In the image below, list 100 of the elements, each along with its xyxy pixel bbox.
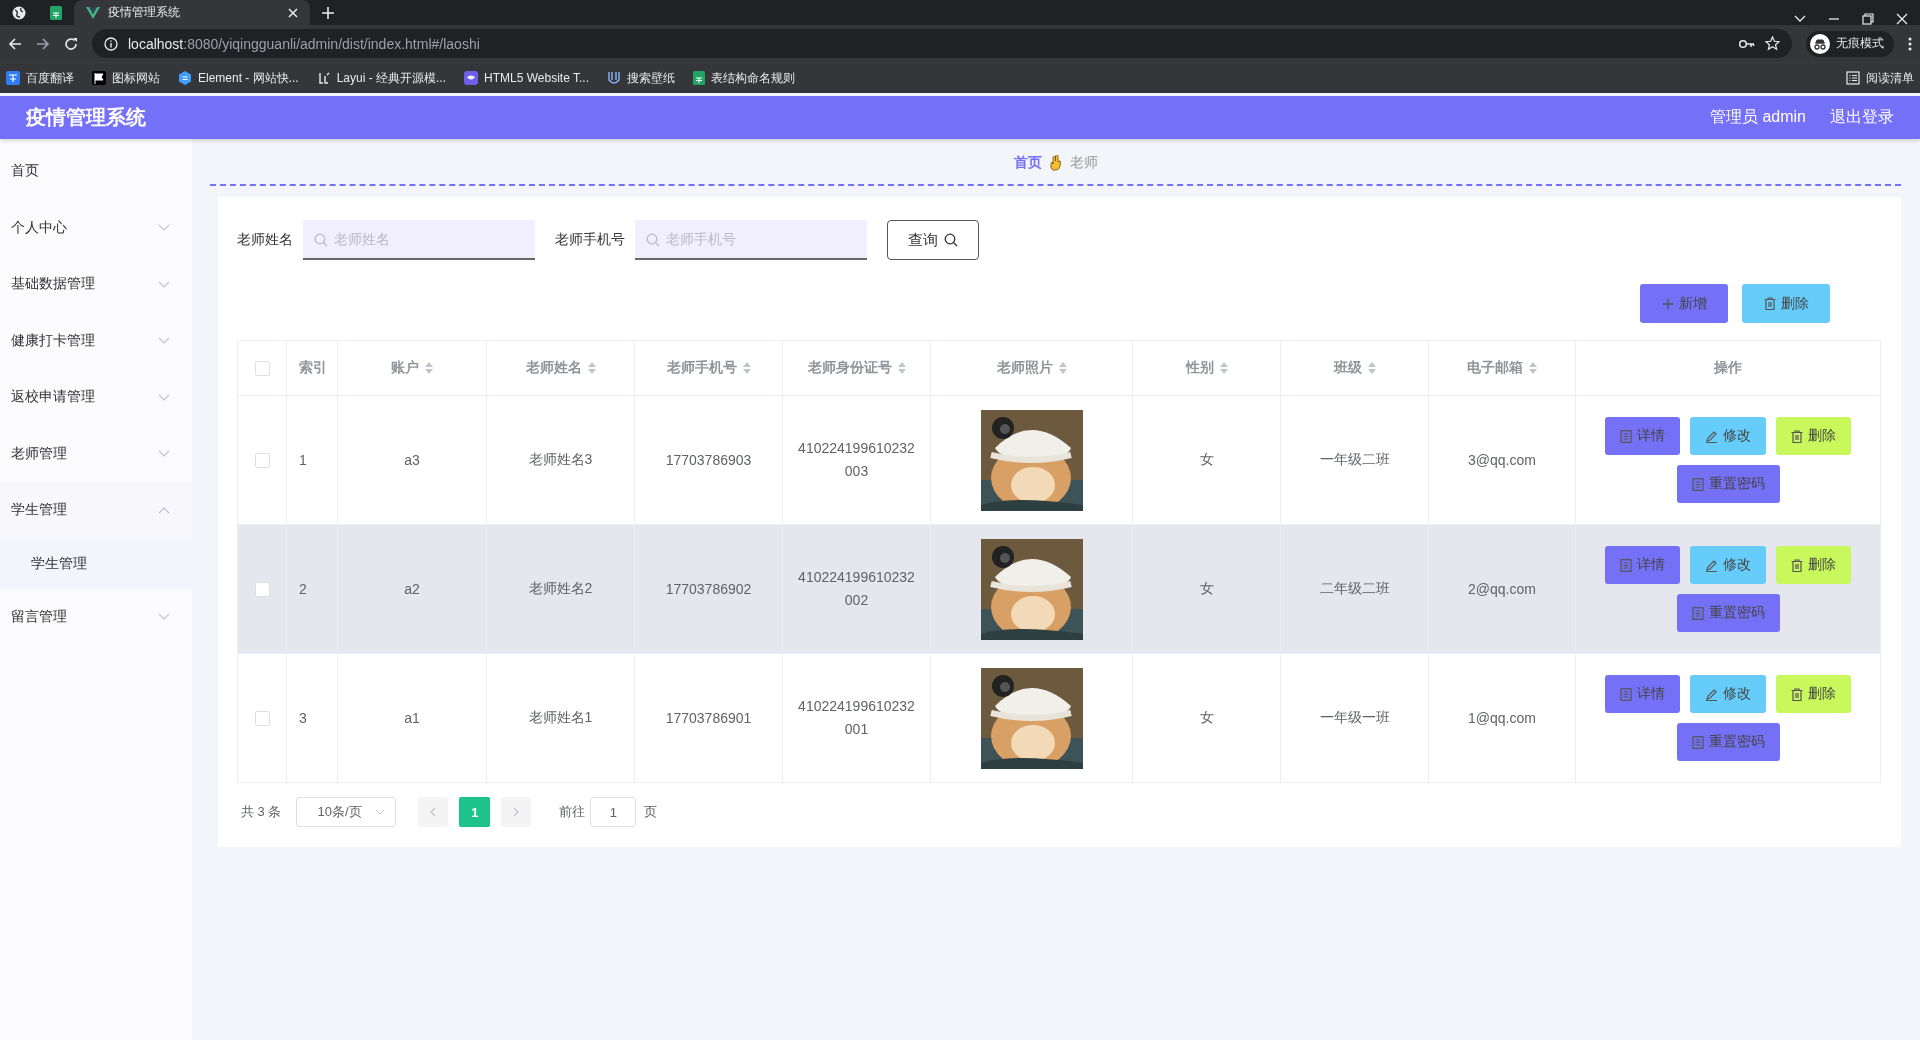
table-cell: a3 — [404, 452, 420, 468]
browser-tab[interactable]: 疫情管理系统 — [74, 0, 310, 25]
table-cell: a2 — [404, 581, 420, 597]
table-cell: 女 — [1199, 580, 1214, 596]
table-cell: 17703786901 — [665, 710, 752, 726]
trash-icon — [1791, 558, 1803, 572]
chevron-up-icon — [158, 506, 170, 514]
hexagon-icon — [178, 71, 192, 85]
forward-icon[interactable] — [36, 36, 50, 51]
address-bar[interactable]: localhost:8080/yiqingguanli/admin/dist/index.html#/laoshi — [92, 29, 1792, 58]
info-icon — [104, 36, 118, 51]
delete-button[interactable]: 删除 — [1742, 284, 1830, 323]
table-cell-text: 410224199610232001 — [798, 697, 915, 739]
url-text: localhost:8080/yiqingguanli/admin/dist/index.html#/laoshi — [128, 35, 480, 52]
chevron-left-icon — [430, 807, 437, 817]
search-button[interactable]: 查询 — [887, 220, 979, 260]
checkbox[interactable] — [254, 361, 270, 377]
translate-icon — [6, 71, 20, 85]
incognito-icon — [1810, 33, 1830, 54]
delete-button[interactable]: 删除 — [1776, 546, 1851, 584]
checkbox[interactable] — [254, 582, 270, 598]
close-icon[interactable] — [288, 7, 298, 18]
document-icon — [1691, 477, 1704, 491]
chevron-right-icon — [513, 807, 520, 817]
close-icon[interactable] — [1896, 13, 1908, 25]
more-icon[interactable] — [1908, 36, 1912, 51]
chevron-down-icon[interactable] — [1794, 15, 1806, 23]
menu-item[interactable]: 返校申请管理 — [0, 369, 192, 426]
checkbox[interactable] — [254, 453, 270, 469]
document-icon — [1691, 735, 1704, 749]
menu-item[interactable]: 老师管理 — [0, 425, 192, 482]
menu-item[interactable]: 个人中心 — [0, 199, 192, 256]
bookmark[interactable]: Element - 网站快... — [178, 69, 299, 87]
bookmark[interactable]: 百度翻译 — [6, 69, 74, 87]
reading-list-button[interactable]: 阅读清单 — [1846, 69, 1914, 87]
checkbox[interactable] — [254, 711, 270, 727]
column-header: 索引 — [299, 359, 327, 377]
bookmark[interactable]: 搜索壁纸 — [607, 69, 675, 87]
edit-button[interactable]: 修改 — [1690, 417, 1766, 455]
key-icon[interactable] — [1739, 38, 1755, 49]
chevron-down-icon — [158, 613, 170, 621]
chevron-down-icon — [158, 224, 170, 232]
document-icon — [1620, 687, 1632, 701]
spreadsheet-icon — [693, 71, 705, 85]
restore-icon[interactable] — [1862, 13, 1874, 25]
reload-icon[interactable] — [64, 36, 78, 51]
search-icon — [944, 233, 958, 247]
edit-button[interactable]: 修改 — [1690, 675, 1766, 713]
bookmark[interactable]: 图标网站 — [92, 69, 160, 87]
menu-item[interactable]: 健康打卡管理 — [0, 312, 192, 369]
table-cell: 17703786903 — [665, 452, 752, 468]
back-icon[interactable] — [8, 36, 22, 51]
goto-label: 前往 — [559, 803, 586, 821]
breadcrumb-item: 老师 — [1069, 153, 1098, 172]
table-cell: 一年级二班 — [1319, 451, 1390, 467]
globe-icon — [12, 5, 26, 20]
bookmark[interactable]: 表结构命名规则 — [693, 69, 795, 87]
column-header: 操作 — [1714, 359, 1742, 377]
hand-icon — [1049, 154, 1062, 171]
tab-title: 疫情管理系统 — [108, 4, 181, 21]
table-cell: a1 — [404, 710, 420, 726]
menu-item[interactable]: 学生管理 — [0, 482, 192, 539]
document-icon — [1620, 558, 1632, 572]
bookmark[interactable]: HTML5 Website T... — [464, 71, 589, 85]
new-tab-icon[interactable] — [322, 6, 334, 19]
table-cell: 女 — [1199, 451, 1214, 467]
table-cell: 老师姓名1 — [528, 709, 593, 725]
delete-button[interactable]: 删除 — [1776, 675, 1851, 713]
total-count: 共 3 条 — [241, 803, 282, 821]
flag-icon — [92, 71, 106, 85]
plus-icon — [1661, 297, 1674, 310]
chevron-down-icon — [158, 280, 170, 288]
chevron-down-icon — [158, 450, 170, 458]
app-title: 疫情管理系统 — [26, 105, 147, 130]
menu-item[interactable]: 首页 — [0, 143, 192, 200]
menu-item[interactable]: 留言管理 — [0, 588, 192, 645]
search-icon — [314, 233, 328, 247]
spreadsheet-icon — [50, 5, 62, 20]
page-input[interactable]: 1 — [590, 797, 637, 827]
chevron-down-icon — [375, 809, 386, 815]
edit-button[interactable]: 修改 — [1690, 546, 1766, 584]
table-cell: 1@qq.com — [1468, 710, 1536, 726]
document-icon — [1691, 606, 1704, 620]
table-cell: 2@qq.com — [1468, 581, 1536, 597]
field-label: 老师手机号 — [555, 231, 625, 249]
page-size-select[interactable]: 10条/页 — [296, 797, 397, 827]
bookmark[interactable]: Layui - 经典开源模... — [316, 69, 447, 87]
table-cell: 2 — [299, 581, 307, 597]
table-cell: 老师姓名2 — [528, 580, 593, 596]
profile-button[interactable]: 无痕模式 — [1806, 30, 1894, 57]
logout-link[interactable]: 退出登录 — [1830, 107, 1894, 128]
star-icon[interactable] — [1765, 36, 1780, 51]
field-label: 老师姓名 — [237, 231, 293, 249]
chevron-down-icon — [158, 337, 170, 345]
table-cell: 女 — [1199, 709, 1214, 725]
table-cell: 1 — [299, 452, 307, 468]
breadcrumb-item[interactable]: 首页 — [1013, 153, 1042, 172]
delete-button[interactable]: 删除 — [1776, 417, 1851, 455]
submenu-item[interactable]: 学生管理 — [0, 538, 192, 589]
menu-item[interactable]: 基础数据管理 — [0, 256, 192, 313]
